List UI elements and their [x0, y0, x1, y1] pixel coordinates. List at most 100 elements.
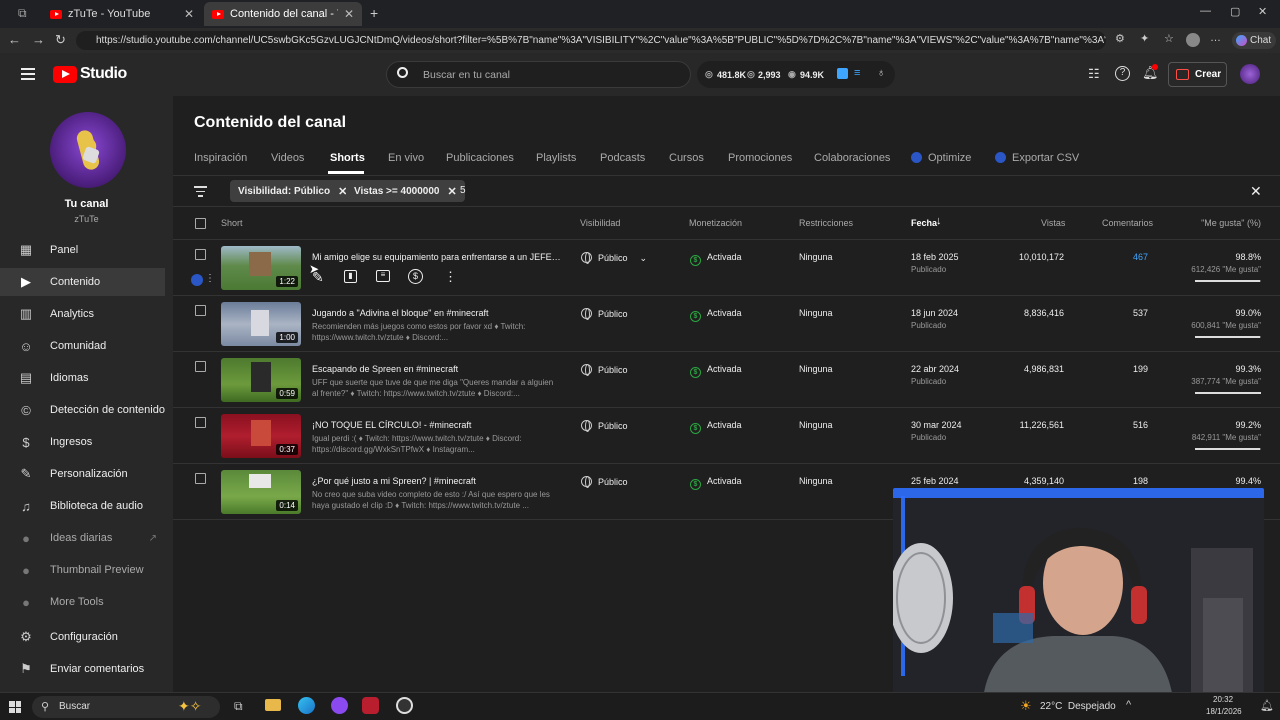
- sidebar-item-personalizacion[interactable]: ✎ Personalización: [0, 460, 165, 488]
- sidebar-item-analytics[interactable]: ▥ Analytics: [0, 300, 165, 328]
- filter-chip-views[interactable]: Vistas >= 4000000 ✕: [346, 180, 465, 202]
- table-row[interactable]: 0:59 Escapando de Spreen en #minecraft U…: [173, 351, 1280, 407]
- file-explorer-icon[interactable]: [265, 699, 281, 711]
- youtube-logo-icon[interactable]: [53, 66, 77, 83]
- back-icon[interactable]: ←: [8, 32, 21, 47]
- tab-contenido-canal[interactable]: Contenido del canal - YouTube St ✕: [204, 2, 362, 26]
- tab-optimize[interactable]: Optimize: [928, 152, 971, 164]
- puzzle-icon[interactable]: ✦: [1140, 32, 1149, 45]
- help-icon[interactable]: ?: [1115, 66, 1130, 81]
- video-thumbnail[interactable]: 1:22: [221, 246, 301, 290]
- messages-icon[interactable]: ☷: [1088, 66, 1100, 82]
- comments-cell[interactable]: 467: [1103, 252, 1148, 262]
- comments-cell[interactable]: 537: [1103, 308, 1148, 318]
- tab-playlists[interactable]: Playlists: [536, 152, 576, 164]
- visibility-cell[interactable]: Público: [581, 364, 628, 376]
- video-title[interactable]: Escapando de Spreen en #minecraft: [312, 364, 562, 374]
- remove-filter-icon[interactable]: ✕: [447, 185, 456, 198]
- column-header-visibility[interactable]: Visibilidad: [580, 218, 620, 228]
- column-header-likes[interactable]: "Me gusta" (%): [1180, 218, 1261, 228]
- tab-promociones[interactable]: Promociones: [728, 152, 792, 164]
- tray-chevron-icon[interactable]: ^: [1126, 699, 1131, 711]
- notification-center-icon[interactable]: 🔔︎: [1260, 699, 1274, 712]
- trophy-icon[interactable]: ♁: [877, 67, 885, 79]
- clear-filters-icon[interactable]: ✕: [1250, 183, 1262, 200]
- edge-browser-icon[interactable]: [298, 697, 315, 714]
- app-icon[interactable]: [331, 697, 348, 714]
- weather-text[interactable]: 22°C Despejado: [1040, 701, 1116, 712]
- account-avatar[interactable]: [1240, 64, 1260, 84]
- minimize-icon[interactable]: —: [1200, 5, 1211, 17]
- video-thumbnail[interactable]: 0:37: [221, 414, 301, 458]
- menu-lines-icon[interactable]: ≡: [854, 67, 860, 79]
- sidebar-item-more-tools[interactable]: ● More Tools: [0, 588, 165, 616]
- sort-down-arrow-icon[interactable]: ↓: [936, 215, 942, 227]
- extensions-icon[interactable]: ⚙: [1115, 32, 1125, 45]
- column-header-views[interactable]: Vistas: [1041, 218, 1065, 228]
- row-options-icon[interactable]: ⋮: [205, 273, 215, 284]
- sidebar-item-ideas-diarias[interactable]: ● Ideas diarias ↗: [0, 524, 165, 552]
- more-menu-icon[interactable]: …: [1210, 32, 1221, 44]
- comments-icon[interactable]: ≡: [376, 270, 390, 282]
- tab-actions-icon[interactable]: ⧉: [18, 6, 27, 21]
- monetization-dollar-icon[interactable]: $: [408, 269, 423, 284]
- sidebar-item-enviar-comentarios[interactable]: ⚑ Enviar comentarios: [0, 655, 165, 683]
- tab-cursos[interactable]: Cursos: [669, 152, 704, 164]
- table-row[interactable]: 0:37 ¡NO TOQUE EL CÍRCULO! - #minecraft …: [173, 407, 1280, 463]
- sidebar-item-panel[interactable]: ▦ Panel: [0, 236, 165, 264]
- search-bar[interactable]: Buscar en tu canal: [386, 61, 691, 88]
- clock-date[interactable]: 18/1/2026: [1206, 707, 1242, 716]
- column-header-monetization[interactable]: Monetización: [689, 218, 742, 228]
- forward-icon[interactable]: →: [32, 32, 45, 47]
- analytics-icon[interactable]: ▮: [344, 270, 357, 283]
- sidebar-item-biblioteca-audio[interactable]: ♫ Biblioteca de audio: [0, 492, 165, 520]
- filter-chip-visibility[interactable]: Visibilidad: Público ✕: [230, 180, 356, 202]
- tab-podcasts[interactable]: Podcasts: [600, 152, 645, 164]
- video-title[interactable]: Jugando a "Adivina el bloque" en #minecr…: [312, 308, 562, 318]
- select-all-checkbox[interactable]: [195, 218, 206, 229]
- reload-icon[interactable]: ↻: [55, 32, 66, 48]
- create-button[interactable]: Crear: [1168, 62, 1227, 87]
- sidebar-item-idiomas[interactable]: ▤ Idiomas: [0, 364, 165, 392]
- comments-cell[interactable]: 199: [1103, 364, 1148, 374]
- maximize-icon[interactable]: ▢: [1230, 5, 1240, 18]
- filter-icon[interactable]: [194, 186, 207, 197]
- close-tab-icon[interactable]: ✕: [344, 7, 354, 21]
- clock-time[interactable]: 20:32: [1213, 695, 1233, 704]
- row-checkbox[interactable]: [195, 417, 206, 428]
- tab-exportar-csv[interactable]: Exportar CSV: [1012, 152, 1079, 164]
- sidebar-item-deteccion[interactable]: © Detección de contenido: [0, 396, 165, 424]
- channel-avatar[interactable]: [50, 112, 126, 188]
- tab-colaboraciones[interactable]: Colaboraciones: [814, 152, 890, 164]
- url-field[interactable]: https://studio.youtube.com/channel/UC5sw…: [76, 31, 1106, 50]
- favorites-icon[interactable]: ☆: [1164, 32, 1174, 45]
- table-row[interactable]: ⋮ 1:22 Mi amigo elige su equipamiento pa…: [173, 239, 1280, 295]
- video-thumbnail[interactable]: 0:59: [221, 358, 301, 402]
- windows-start-icon[interactable]: [9, 701, 21, 713]
- row-checkbox[interactable]: [195, 473, 206, 484]
- tab-publicaciones[interactable]: Publicaciones: [446, 152, 514, 164]
- profile-avatar[interactable]: [1186, 33, 1200, 47]
- visibility-cell[interactable]: Público: [581, 476, 628, 488]
- studio-logo-text[interactable]: Studio: [80, 65, 127, 83]
- video-thumbnail[interactable]: 1:00: [221, 302, 301, 346]
- column-header-restrictions[interactable]: Restricciones: [799, 218, 853, 228]
- sidebar-item-contenido[interactable]: ▶ Contenido: [0, 268, 165, 296]
- row-checkbox[interactable]: [195, 249, 206, 260]
- video-thumbnail[interactable]: 0:14: [221, 470, 301, 514]
- app-icon[interactable]: [362, 697, 379, 714]
- more-options-icon[interactable]: ⋮: [444, 269, 457, 285]
- sidebar-item-configuracion[interactable]: ⚙ Configuración: [0, 623, 165, 651]
- close-window-icon[interactable]: ✕: [1258, 5, 1267, 18]
- task-view-icon[interactable]: ⧉: [234, 699, 243, 714]
- column-header-date[interactable]: Fecha: [911, 218, 937, 228]
- tab-shorts[interactable]: Shorts: [330, 152, 365, 164]
- tab-en-vivo[interactable]: En vivo: [388, 152, 424, 164]
- comments-cell[interactable]: 198: [1103, 476, 1148, 486]
- taskbar-search-box[interactable]: ⚲ Buscar ✦✧: [32, 696, 220, 718]
- comments-cell[interactable]: 516: [1103, 420, 1148, 430]
- row-checkbox[interactable]: [195, 305, 206, 316]
- visibility-cell[interactable]: Público: [581, 308, 628, 320]
- row-checkbox[interactable]: [195, 361, 206, 372]
- column-header-comments[interactable]: Comentarios: [1102, 218, 1153, 228]
